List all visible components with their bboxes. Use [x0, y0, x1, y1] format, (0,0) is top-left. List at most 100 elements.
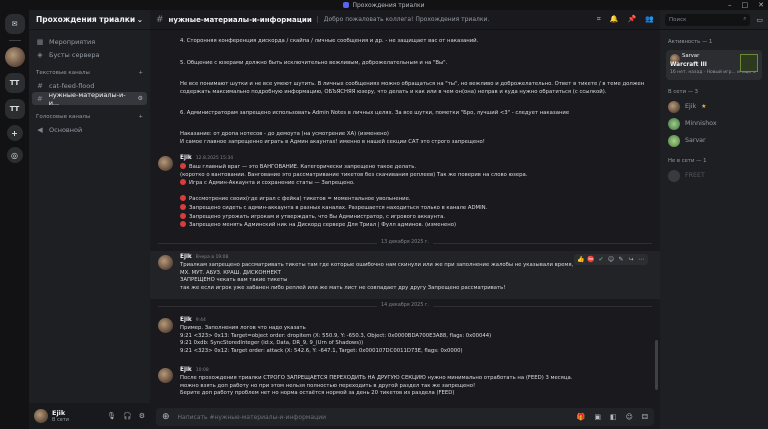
thumbs-up-icon[interactable]: 👍 [577, 256, 585, 264]
search-input[interactable]: Поиск ⌕ [665, 13, 751, 26]
edit-icon[interactable]: ✎ [617, 256, 625, 264]
message-line: 9:21 <323> 0x13: Target=object order: dr… [180, 332, 492, 339]
check-icon[interactable]: ✔ [597, 256, 605, 264]
channel-needed-materials[interactable]: # нужные-материалы-и-и... ⚙ [32, 91, 147, 107]
sidebar-item-label: Бусты сервера [49, 50, 100, 59]
message-author[interactable]: Ejik [180, 317, 192, 323]
category-label: Голосовые каналы [36, 114, 91, 120]
server-avatar [4, 47, 25, 67]
apps-icon[interactable]: ⚃ [642, 413, 648, 421]
avatar[interactable] [158, 368, 173, 383]
member-item[interactable]: Minnishox [660, 115, 768, 132]
explore-icon[interactable]: ◎ [6, 147, 23, 163]
scrollbar[interactable] [655, 340, 658, 390]
direct-messages-icon[interactable]: ✉ [4, 14, 25, 34]
channel-header: # нужные-материалы-и-информации Добро по… [150, 10, 660, 30]
message-line: Наказание: от дропа нотесов - до демоута… [180, 131, 389, 137]
window-title: Прохождения триалки [352, 1, 425, 9]
date-divider: 13 декабря 2025 г. [158, 240, 652, 245]
avatar[interactable] [158, 318, 173, 333]
message-line: После прохождения триалки СТРОГО ЗАПРЕЩА… [180, 375, 573, 381]
add-channel-icon[interactable]: + [138, 70, 143, 76]
hash-icon: # [156, 14, 164, 25]
message-line: Триалкам запрещено рассматривать тикеты … [180, 262, 574, 268]
pin-icon[interactable]: 📌 [628, 15, 637, 24]
member-list: Поиск ⌕ ▭ Активность — 1 Sarvar Warcraft … [660, 10, 768, 429]
message-line: ЗАПРЕЩЕНО чекать вам такие тикеты [180, 277, 288, 284]
app-window: Прохождения триалки – □ ✕ ✉ ТТ ТТ + ◎ Пр… [0, 0, 768, 429]
reply-icon[interactable]: ↪ [627, 256, 635, 264]
bell-icon[interactable]: 🔔 [610, 15, 619, 24]
server-header[interactable]: Прохождения триалки ⌄ [29, 10, 150, 30]
more-icon[interactable]: ⋯ [637, 256, 645, 264]
category-text-channels[interactable]: Текстовые каналы + [29, 67, 150, 79]
inbox-icon[interactable]: ▭ [756, 16, 763, 24]
sticker-icon[interactable]: ◧ [610, 413, 617, 421]
server-name: Прохождения триалки [36, 15, 136, 24]
message-line: Запрещено угрожать игрокам и утверждать,… [180, 212, 527, 222]
channel-topic[interactable]: Добро пожаловать коллега! Прохождения тр… [316, 16, 489, 23]
title-bar: Прохождения триалки – □ ✕ [0, 0, 768, 10]
headphones-icon[interactable]: 🎧 [123, 412, 132, 420]
message-timestamp: Вчера в 19:08 [195, 255, 229, 260]
emoji-icon[interactable]: ☺ [626, 413, 633, 421]
gear-icon[interactable]: ⚙ [139, 412, 145, 420]
avatar[interactable] [158, 255, 173, 270]
activity-card[interactable]: Sarvar Warcraft III 16 нет. назад · Новы… [666, 50, 762, 80]
invite-icon[interactable]: ⚙ [138, 95, 143, 102]
avatar[interactable] [158, 156, 173, 171]
sidebar-item-label: Мероприятия [49, 37, 96, 46]
add-server-icon[interactable]: + [6, 125, 23, 141]
sidebar-item-events[interactable]: ▦ Мероприятия [29, 35, 150, 48]
members-icon[interactable]: 👥 [645, 15, 654, 24]
search-bar: Поиск ⌕ ▭ [660, 10, 768, 30]
message-actions: 👍 ⛔ ✔ ☺ ✎ ↪ ⋯ [574, 254, 648, 265]
message-list: 4. Сторонняя конференция дискорда / скай… [150, 30, 660, 398]
message-composer: ⊕ Написать #нужные-материалы-и-информаци… [156, 408, 654, 426]
member-item[interactable]: FREET [660, 167, 768, 184]
server-icon-current[interactable] [4, 47, 25, 67]
avatar[interactable] [34, 409, 48, 423]
server-icon[interactable]: ТТ [4, 73, 25, 93]
avatar [668, 169, 680, 182]
avatar [668, 134, 680, 147]
message-input[interactable]: Написать #нужные-материалы-и-информации [178, 414, 569, 421]
message-line: 4. Сторонняя конференция дискорда / скай… [180, 38, 479, 44]
message-author[interactable]: Ejik [180, 367, 192, 373]
no-entry-icon [180, 163, 186, 169]
no-entry-icon [180, 212, 186, 219]
message-line: Игра с Админ-Аккаунта и сохранение статы… [180, 179, 527, 188]
chevron-down-icon: ⌄ [136, 15, 143, 24]
minimize-icon[interactable]: – [728, 1, 732, 9]
member-name: Sarvar [685, 137, 706, 144]
add-reaction-icon[interactable]: ☺ [607, 256, 615, 264]
member-item[interactable]: Ejik ★ [660, 98, 768, 115]
add-attachment-icon[interactable]: ⊕ [162, 412, 170, 422]
message-line: 9:21 0xdb: SyncStoredInteger (id:x, Data… [180, 340, 364, 347]
message-line: Рассмотрение своих(где играл с фейка) ти… [180, 195, 527, 204]
hash-icon: # [36, 94, 43, 103]
threads-icon[interactable]: ⌗ [597, 15, 601, 24]
voice-channel-main[interactable]: ◀ Основной [29, 123, 150, 136]
message-timestamp: 9:44 [195, 318, 206, 323]
reaction-icon[interactable]: ⛔ [587, 256, 595, 264]
maximize-icon[interactable]: □ [742, 1, 749, 9]
message-line: так же если игрок уже забанен либо репле… [180, 284, 506, 291]
chat-area: # нужные-материалы-и-информации Добро по… [150, 10, 660, 429]
game-thumbnail [740, 54, 758, 72]
gift-icon[interactable]: 🎁 [577, 413, 586, 421]
add-channel-icon[interactable]: + [138, 114, 143, 120]
message-timestamp: 12.8.2025 15:34 [195, 156, 234, 161]
message-author[interactable]: Ejik [180, 155, 192, 161]
sidebar-item-boosts[interactable]: ◈ Бусты сервера [29, 48, 150, 61]
app-icon [343, 2, 350, 8]
member-item[interactable]: Sarvar [660, 132, 768, 149]
message-line: Запрещено менять Админский ник на Дискор… [180, 221, 527, 230]
microphone-icon[interactable]: 🎙 [107, 412, 116, 420]
gif-icon[interactable]: ▣ [594, 413, 601, 421]
message-author[interactable]: Ejik [180, 254, 192, 260]
close-icon[interactable]: ✕ [758, 1, 764, 9]
server-icon[interactable]: ТТ [4, 99, 25, 119]
calendar-icon: ▦ [36, 37, 44, 46]
category-voice-channels[interactable]: Голосовые каналы + [29, 111, 150, 123]
